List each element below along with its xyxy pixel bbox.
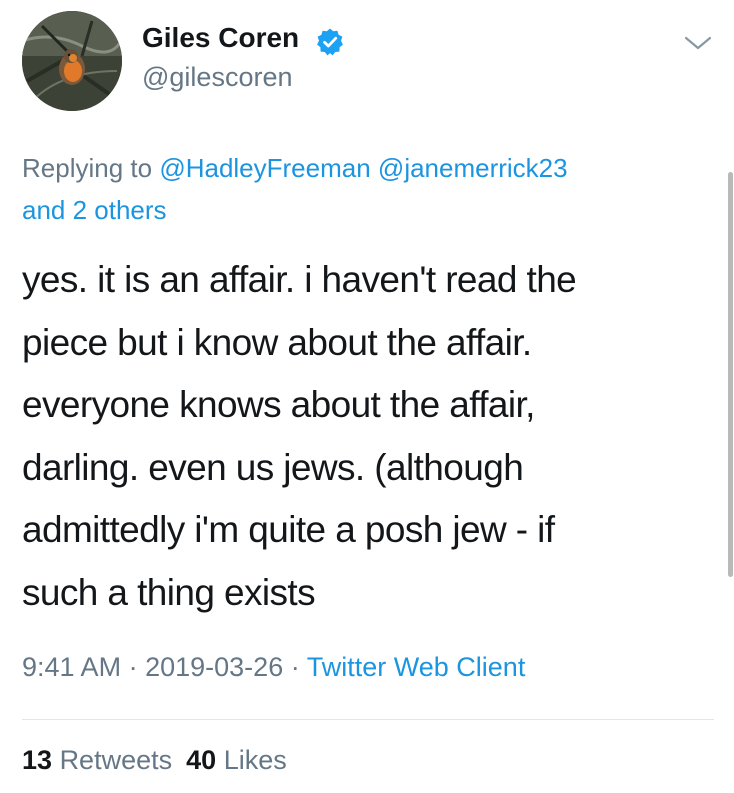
tweet-time[interactable]: 9:41 AM — [22, 652, 121, 682]
retweets-count: 13 — [22, 745, 53, 775]
tweet-text-line: everyone knows about the affair, — [22, 384, 535, 425]
meta-separator: · — [290, 652, 300, 682]
tweet-source-link[interactable]: Twitter Web Client — [307, 652, 526, 682]
and-others-link[interactable]: and 2 others — [22, 195, 167, 225]
tweet-stats: 13 Retweets 40 Likes — [22, 745, 287, 776]
tweet-text-line: admittedly i'm quite a posh jew - if — [22, 509, 555, 550]
meta-separator: · — [128, 652, 138, 682]
replying-to: Replying to @HadleyFreeman @janemerrick2… — [22, 147, 568, 189]
divider — [22, 719, 714, 720]
author-handle[interactable]: @gilescoren — [142, 62, 292, 93]
likes-label: Likes — [223, 745, 287, 775]
verified-badge-icon — [317, 28, 343, 56]
retweets-label: Retweets — [59, 745, 173, 775]
tweet-meta: 9:41 AM · 2019-03-26 · Twitter Web Clien… — [22, 652, 525, 683]
scrollbar[interactable] — [728, 172, 733, 577]
tweet-text-line: piece but i know about the affair. — [22, 321, 532, 363]
retweets-stat[interactable]: 13 Retweets — [22, 745, 172, 775]
likes-count: 40 — [186, 745, 217, 775]
chevron-down-icon[interactable] — [683, 33, 713, 53]
avatar-robin-photo — [22, 11, 122, 111]
tweet-text: yes. it is an affair. i haven't read the… — [22, 249, 712, 624]
tweet-date[interactable]: 2019-03-26 — [145, 652, 283, 682]
mention-link-hadleyfreeman[interactable]: @HadleyFreeman — [159, 153, 370, 183]
replying-to-label: Replying to — [22, 153, 153, 183]
author-display-name[interactable]: Giles Coren — [142, 22, 299, 54]
avatar[interactable] — [22, 11, 122, 111]
replying-to-others-line: and 2 others — [22, 189, 167, 231]
mention-link-janemerrick23[interactable]: @janemerrick23 — [378, 153, 568, 183]
tweet-text-line: darling. even us jews. (although — [22, 446, 524, 488]
tweet-text-line: such a thing exists — [22, 571, 316, 613]
likes-stat[interactable]: 40 Likes — [186, 745, 287, 775]
tweet-text-line: yes. it is an affair. i haven't read the — [22, 259, 577, 300]
